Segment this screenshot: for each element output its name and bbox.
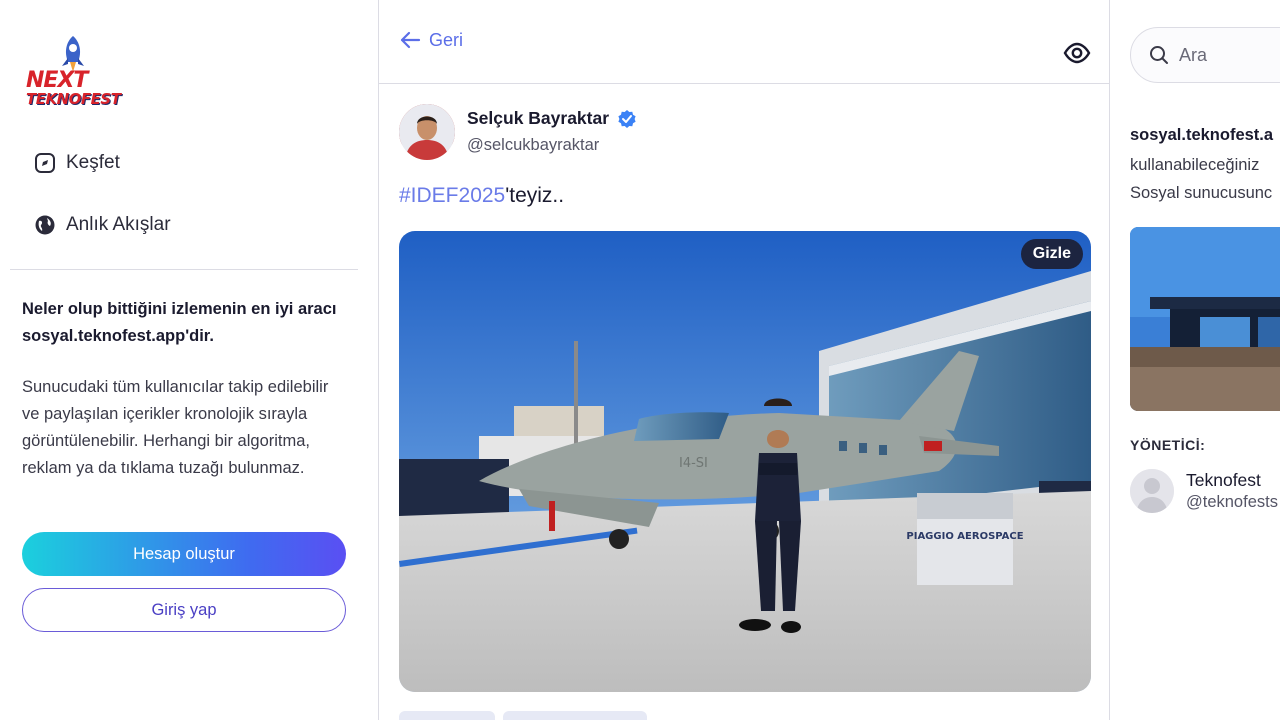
server-name: sosyal.teknofest.a: [1130, 126, 1274, 144]
media-sign-text: PIAGGIO AEROSPACE: [906, 531, 1023, 542]
aircraft-photo: PIAGGIO AEROSPACE I4-SI: [399, 231, 1091, 692]
eye-icon[interactable]: [1063, 41, 1091, 65]
logo-teknofest-text: TEKNOFEST: [26, 90, 121, 108]
server-banner-image: [1130, 227, 1280, 411]
arrow-left-icon: [400, 31, 421, 49]
explore-icon: [34, 152, 56, 174]
server-description: kullanabileceğiniz Sosyal sunucusunc: [1130, 151, 1280, 207]
admin-label: YÖNETİCİ:: [1130, 437, 1206, 453]
nav-item-explore[interactable]: Keşfet: [34, 152, 120, 174]
search-icon: [1150, 46, 1168, 64]
post-action-chip[interactable]: [399, 711, 495, 720]
teknofest-logo[interactable]: NEXT TEKNOFEST: [22, 34, 121, 114]
author-name-text: Selçuk Bayraktar: [467, 108, 610, 128]
verified-badge-icon: [617, 109, 637, 129]
promo-description: Sunucudaki tüm kullanıcılar takip edileb…: [22, 378, 329, 477]
server-description-line: kullanabileceğiniz: [1130, 156, 1260, 174]
back-label: Geri: [429, 29, 464, 50]
post-content: #IDEF2025'teyiz..: [399, 184, 564, 208]
author-name[interactable]: Selçuk Bayraktar: [467, 108, 637, 129]
search-placeholder: Ara: [1179, 44, 1208, 65]
aircraft-marking-text: I4-SI: [679, 456, 708, 471]
admin-handle[interactable]: @teknofests: [1186, 493, 1278, 512]
hide-media-button[interactable]: Gizle: [1020, 239, 1083, 269]
hashtag-link[interactable]: #IDEF2025: [399, 184, 505, 207]
login-button[interactable]: Giriş yap: [22, 588, 346, 632]
back-button[interactable]: Geri: [399, 29, 463, 51]
sidebar-divider: [10, 269, 358, 270]
column-header: Geri: [379, 0, 1109, 84]
author-photo: [399, 104, 455, 160]
post-action-chip[interactable]: [503, 711, 647, 720]
server-description-line: Sosyal sunucusunc: [1130, 184, 1273, 202]
promo-title: Neler olup bittiğini izlemenin en iyi ar…: [22, 300, 337, 345]
admin-name[interactable]: Teknofest: [1186, 470, 1261, 491]
author-handle[interactable]: @selcukbayraktar: [467, 136, 599, 155]
search-box[interactable]: Ara: [1130, 27, 1280, 83]
author-avatar[interactable]: [399, 104, 455, 160]
right-sidebar: Ara sosyal.teknofest.a kullanabileceğini…: [1110, 0, 1280, 720]
post-text: 'teyiz..: [505, 184, 565, 207]
main-column: Geri Selçuk Bayraktar @selcukbayraktar #…: [378, 0, 1110, 720]
left-sidebar: NEXT TEKNOFEST Keşfet Anlık Akışlar Nele…: [0, 0, 370, 720]
admin-avatar[interactable]: [1130, 469, 1174, 513]
nav-item-live-feeds[interactable]: Anlık Akışlar: [34, 214, 171, 236]
globe-icon: [34, 214, 56, 236]
create-account-button[interactable]: Hesap oluştur: [22, 532, 346, 576]
nav-item-label: Keşfet: [66, 152, 120, 173]
default-avatar-icon: [1130, 469, 1174, 513]
post-media-image[interactable]: PIAGGIO AEROSPACE I4-SI Gizle: [399, 231, 1091, 692]
nav-item-label: Anlık Akışlar: [66, 214, 171, 235]
